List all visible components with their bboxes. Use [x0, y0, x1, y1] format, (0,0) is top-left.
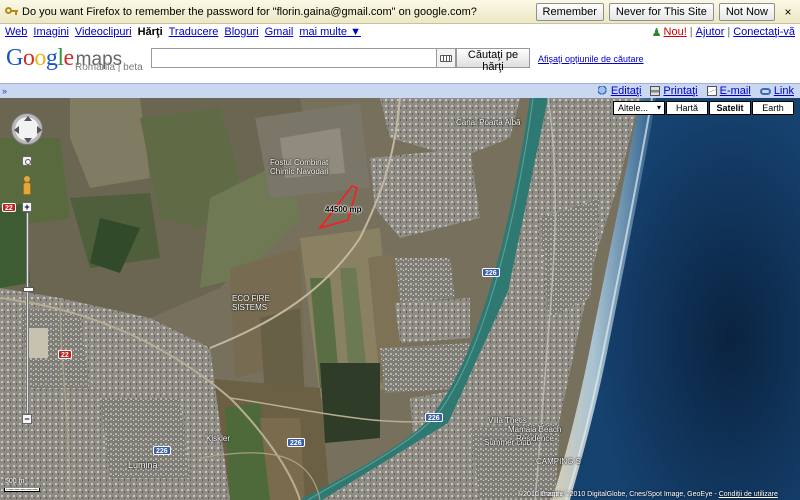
zoom-out-button[interactable]: − — [22, 414, 32, 424]
password-notification-bar: Do you want Firefox to remember the pass… — [0, 0, 800, 24]
map-type-other-dropdown[interactable]: Altele... — [613, 101, 665, 115]
nav-item-0[interactable]: Web — [5, 26, 27, 38]
nav-item-4[interactable]: Traducere — [169, 26, 219, 38]
place-label-residence: Residence — [516, 434, 554, 443]
map-toolbar: » Editaţi Printaţi E-mail Link — [0, 83, 800, 98]
collapse-panel-icon[interactable]: » — [2, 86, 12, 96]
map-type-earth-button[interactable]: Earth — [752, 101, 794, 115]
road-shield-226: 226 — [425, 413, 443, 422]
place-label-eco-fire: ECO FIRE — [232, 294, 270, 303]
place-label-lumina: Lumina — [128, 460, 158, 470]
scale-bar — [4, 488, 40, 492]
search-maps-button[interactable]: Căutaţi pe hărţi — [456, 48, 530, 73]
edit-label: Editaţi — [610, 85, 642, 97]
logo-google: Google — [6, 45, 74, 71]
nav-item-5[interactable]: Bloguri — [224, 26, 258, 38]
new-link[interactable]: Nou! — [664, 26, 687, 39]
keyboard-icon — [440, 54, 452, 62]
help-link[interactable]: Ajutor — [696, 26, 725, 39]
zoom-slider-thumb[interactable] — [23, 287, 34, 292]
imagery-copyright: Imagini ©2010 DigitalGlobe, Cnes/Spot Im… — [540, 491, 778, 498]
search-options-link[interactable]: Afişaţi opţiunile de căutare — [538, 54, 644, 64]
return-to-center-icon[interactable] — [22, 156, 32, 166]
map-type-selector: Altele... Hartă Satelit Earth — [613, 101, 794, 115]
close-icon[interactable]: × — [780, 5, 796, 19]
map-type-satellite-button[interactable]: Satelit — [709, 101, 751, 115]
logo-subtitle: România | beta — [75, 62, 143, 73]
product-nav: Web Imagini Videoclipuri Hărţi Traducere Blog… — [5, 26, 367, 39]
nav-item-1[interactable]: Imagini — [33, 26, 68, 38]
place-label-camping: CAMPING S — [536, 457, 581, 466]
not-now-button[interactable]: Not Now — [718, 2, 775, 21]
new-person-icon: ♟ — [651, 27, 662, 39]
place-label-canal: Canal Poarta Albă — [456, 118, 521, 127]
keyboard-button[interactable] — [436, 48, 456, 68]
street-view-pegman-icon[interactable] — [22, 176, 32, 198]
satellite-imagery — [0, 98, 800, 500]
never-for-this-site-button[interactable]: Never for This Site — [608, 2, 714, 21]
place-label-villa-thetis: Villa Thetis — [488, 416, 527, 425]
globe-icon — [597, 86, 608, 96]
parcel-area-label: 44500 mp — [325, 205, 362, 214]
key-icon — [4, 5, 18, 19]
user-links: ♟ Nou! | Ajutor | Conectaţi-vă — [652, 26, 795, 39]
terms-of-use-link[interactable]: Condiţii de utilizare — [719, 491, 778, 498]
printer-icon — [650, 86, 661, 96]
scale-label: 500 m — [5, 478, 25, 485]
link-link[interactable]: Link — [759, 85, 794, 97]
nav-item-6[interactable]: Gmail — [265, 26, 294, 38]
envelope-icon — [706, 86, 717, 96]
nav-item-3: Hărţi — [137, 26, 163, 38]
road-shield-22: 22 — [2, 203, 16, 212]
place-label-combinat: Fostul Combinat — [270, 158, 329, 167]
road-shield-22: 22 — [58, 350, 72, 359]
print-label: Printaţi — [663, 85, 698, 97]
place-label-combinat-2: Chimic Navodari — [270, 167, 329, 176]
email-link[interactable]: E-mail — [706, 85, 751, 97]
pan-right-icon[interactable] — [37, 126, 42, 134]
email-label: E-mail — [719, 85, 751, 97]
password-message: Do you want Firefox to remember the pass… — [22, 5, 477, 18]
pan-control[interactable] — [11, 113, 43, 145]
place-label-mamaia-beach: Mamaia Beach — [508, 425, 562, 434]
search-input[interactable] — [151, 48, 436, 68]
pan-left-icon[interactable] — [14, 126, 19, 134]
place-label-eco-fire-2: SISTEMS — [232, 303, 268, 312]
google-nav-bar: Web Imagini Videoclipuri Hărţi Traducere Blog… — [0, 24, 800, 41]
print-link[interactable]: Printaţi — [650, 85, 698, 97]
link-label: Link — [773, 85, 794, 97]
nav-item-2[interactable]: Videoclipuri — [75, 26, 132, 38]
zoom-in-button[interactable]: + — [22, 202, 32, 212]
road-shield-226: 226 — [482, 268, 500, 277]
pan-down-icon[interactable] — [24, 138, 32, 143]
place-label-kiskler: Kiskler — [206, 434, 231, 443]
pan-up-icon[interactable] — [24, 116, 32, 121]
separator: | — [727, 26, 731, 38]
sign-in-link[interactable]: Conectaţi-vă — [733, 26, 795, 39]
remember-button[interactable]: Remember — [535, 2, 604, 21]
nav-item-7[interactable]: mai multe ▼ — [299, 26, 361, 38]
satellite-map[interactable]: Fostul Combinat Chimic Navodari 44500 mp… — [0, 98, 800, 500]
zoom-slider[interactable] — [23, 213, 34, 413]
edit-link[interactable]: Editaţi — [597, 85, 642, 97]
map-type-map-button[interactable]: Hartă — [666, 101, 708, 115]
road-shield-226: 226 — [287, 438, 305, 447]
chain-link-icon — [759, 87, 771, 95]
map-scale: 500 m — [2, 478, 42, 492]
road-shield-226: 226 — [153, 446, 171, 455]
separator: | — [689, 26, 693, 38]
imagery-credits: Imagini ©2010 DigitalGlobe, Cnes/Spot Im… — [540, 491, 713, 498]
